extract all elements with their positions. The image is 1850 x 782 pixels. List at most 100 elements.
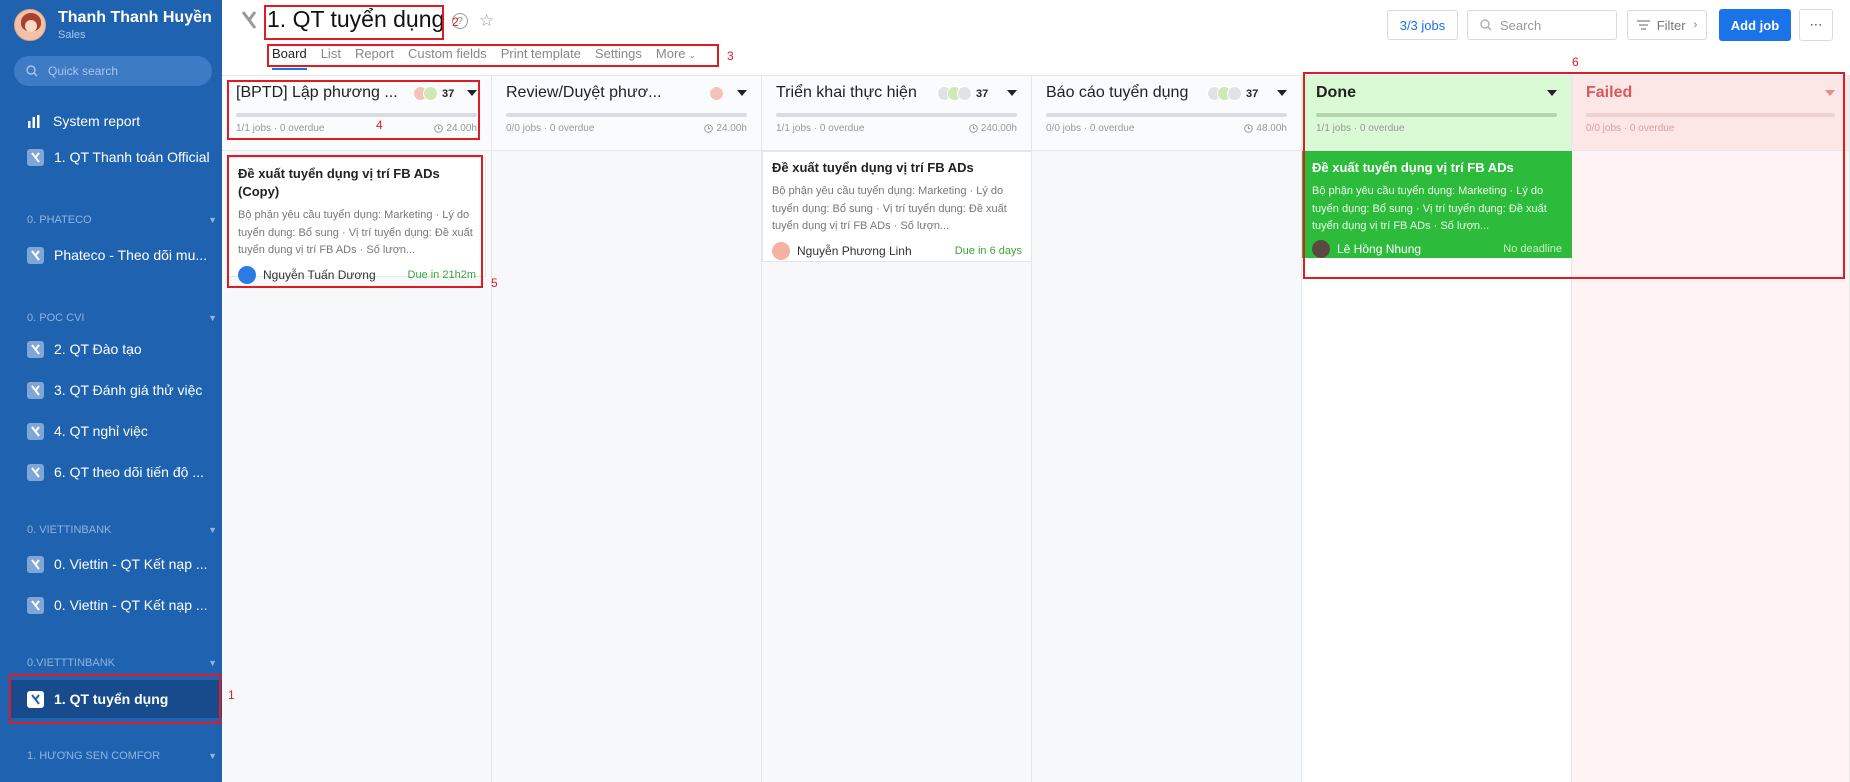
column-header[interactable]: Review/Duyệt phươ... 0/0 jobs · 0 overdu…	[492, 76, 761, 151]
column-header[interactable]: Failed 0/0 jobs · 0 overdue	[1572, 76, 1849, 151]
search-icon	[1480, 19, 1492, 31]
card-assignee[interactable]: Nguyễn Tuấn Dương	[238, 266, 376, 284]
column-title: Failed	[1586, 84, 1633, 101]
tab-report[interactable]: Report	[355, 46, 394, 70]
filter-button[interactable]: Filter ›	[1627, 10, 1707, 40]
column-duration-value: 48.00h	[1256, 123, 1287, 134]
page-header: 1. QT tuyển dụng ? ☆ Board List Report C…	[222, 0, 1850, 75]
assignee-avatar	[709, 86, 724, 101]
sidebar-item-viettin-2[interactable]: 0. Viettin - QT Kết nạp ...	[0, 586, 222, 624]
process-icon	[27, 246, 44, 264]
board-column: Báo cáo tuyển dụng 37 0/0 jobs · 0 overd…	[1032, 76, 1302, 782]
due-status: Due in 6 days	[954, 245, 1022, 257]
sidebar-item-dao-tao[interactable]: 2. QT Đào tạo	[0, 330, 222, 368]
column-assignees[interactable]: 37	[1207, 86, 1259, 101]
sidebar-item-danh-gia[interactable]: 3. QT Đánh giá thử việc	[0, 371, 222, 409]
caret-down-icon[interactable]	[1825, 90, 1835, 96]
sidebar-section-viettinbank[interactable]: 0. VIETTINBANK ▼	[27, 524, 217, 536]
sidebar-item-label: System report	[53, 113, 141, 129]
assignee-avatar	[423, 86, 438, 101]
column-assignee-count: 37	[1246, 87, 1259, 100]
column-header[interactable]: Done 1/1 jobs · 0 overdue	[1302, 76, 1571, 151]
annotation-number: 4	[376, 118, 383, 132]
job-card[interactable]: Đề xuất tuyển dụng vị trí FB ADs Bộ phận…	[762, 151, 1032, 262]
tab-print-template[interactable]: Print template	[501, 46, 581, 70]
assignee-avatar	[238, 266, 256, 284]
caret-down-icon[interactable]	[737, 90, 747, 96]
sidebar: Thanh Thanh Huyền Sales Quick search Sys…	[0, 0, 222, 782]
tab-list[interactable]: List	[321, 46, 341, 70]
section-title: 0.VIETTTINBANK	[27, 657, 116, 669]
card-description: Bộ phận yêu cầu tuyển dụng: Marketing · …	[238, 209, 473, 256]
column-duration-value: 24.00h	[716, 123, 747, 134]
job-card[interactable]: Đề xuất tuyển dụng vị trí FB ADs (Copy) …	[228, 157, 486, 284]
sidebar-item-label: 0. Viettin - QT Kết nạp ...	[54, 597, 208, 613]
more-options-icon[interactable]: ⋯	[1799, 9, 1833, 41]
tab-more[interactable]: More ⌄	[656, 46, 696, 70]
page-title: 1. QT tuyển dụng	[267, 6, 445, 32]
sidebar-item-system-report[interactable]: System report	[0, 102, 222, 140]
job-card[interactable]: Đề xuất tuyển dụng vị trí FB ADs Bộ phận…	[1302, 151, 1572, 258]
card-title: Đề xuất tuyển dụng vị trí FB ADs	[772, 160, 974, 175]
sidebar-item-label: 4. QT nghỉ việc	[54, 423, 148, 439]
column-progress-bar	[1046, 113, 1287, 117]
caret-down-icon[interactable]	[1277, 90, 1287, 96]
sidebar-section-poc-cvi[interactable]: 0. POC CVI ▼	[27, 312, 217, 324]
caret-down-icon[interactable]	[467, 90, 477, 96]
user-avatar[interactable]	[14, 9, 46, 41]
process-logo-icon[interactable]	[240, 10, 258, 30]
user-profile[interactable]: Thanh Thanh Huyền Sales	[14, 9, 212, 41]
board-column-done: Done 1/1 jobs · 0 overdue Đề xuất tuyển …	[1302, 76, 1572, 782]
sidebar-section-vietttinbank[interactable]: 0.VIETTTINBANK ▼	[27, 657, 217, 669]
column-header[interactable]: [BPTD] Lập phương ... 37 1/1 jobs · 0 ov…	[222, 76, 491, 151]
card-description: Bộ phận yêu cầu tuyển dụng: Marketing · …	[1312, 185, 1547, 232]
user-role: Sales	[58, 29, 86, 41]
column-duration: 24.00h	[434, 123, 477, 134]
sidebar-item-label: Phateco - Theo dõi mu...	[54, 247, 208, 263]
column-duration: 240.00h	[969, 123, 1017, 134]
caret-down-icon: ▼	[208, 215, 217, 225]
card-assignee[interactable]: Lê Hồng Nhung	[1312, 240, 1421, 258]
sidebar-item-qt-tuyen-dung[interactable]: 1. QT tuyển dụng	[10, 680, 222, 718]
sidebar-section-huong-sen[interactable]: 1. HƯƠNG SEN COMFOR ▼	[27, 750, 217, 762]
sidebar-item-label: 1. QT tuyển dụng	[54, 691, 169, 707]
caret-down-icon: ▼	[208, 525, 217, 535]
search-input[interactable]: Search	[1467, 10, 1617, 40]
caret-down-icon[interactable]	[1547, 90, 1557, 96]
process-icon	[27, 148, 44, 166]
tab-custom-fields[interactable]: Custom fields	[408, 46, 487, 70]
sidebar-item-viettin-1[interactable]: 0. Viettin - QT Kết nạp ...	[0, 545, 222, 583]
board-column: [BPTD] Lập phương ... 37 1/1 jobs · 0 ov…	[222, 76, 492, 782]
caret-down-icon[interactable]	[1007, 90, 1017, 96]
sidebar-item-label: 6. QT theo dõi tiến độ ...	[54, 464, 204, 480]
column-title: Triển khai thực hiện	[776, 84, 917, 101]
tab-settings[interactable]: Settings	[595, 46, 642, 70]
jobs-count-button[interactable]: 3/3 jobs	[1387, 10, 1458, 40]
column-assignees[interactable]: 37	[937, 86, 988, 101]
tab-board[interactable]: Board	[272, 46, 307, 70]
column-header[interactable]: Triển khai thực hiện 37 1/1 jobs · 0 ove…	[762, 76, 1031, 151]
column-assignees[interactable]	[709, 86, 724, 101]
column-assignee-count: 37	[442, 87, 455, 100]
card-assignee[interactable]: Nguyễn Phương Linh	[772, 242, 912, 260]
quick-search-input[interactable]: Quick search	[14, 56, 212, 86]
star-icon[interactable]: ☆	[479, 11, 494, 31]
sidebar-section-phateco[interactable]: 0. PHATECO ▼	[27, 214, 217, 226]
annotation-number: 1	[228, 688, 235, 702]
column-header[interactable]: Báo cáo tuyển dụng 37 0/0 jobs · 0 overd…	[1032, 76, 1301, 151]
quick-search-placeholder: Quick search	[48, 64, 119, 78]
column-meta: 0/0 jobs · 0 overdue	[1046, 123, 1135, 134]
column-assignees[interactable]: 37	[413, 86, 455, 101]
clock-icon	[1244, 124, 1254, 133]
column-progress-bar	[776, 113, 1017, 117]
sidebar-item-phateco[interactable]: Phateco - Theo dõi mu...	[0, 236, 222, 274]
sidebar-item-tien-do[interactable]: 6. QT theo dõi tiến độ ...	[0, 453, 222, 491]
sidebar-item-nghi-viec[interactable]: 4. QT nghỉ việc	[0, 412, 222, 450]
process-icon	[27, 596, 44, 614]
caret-down-icon: ▼	[208, 658, 217, 668]
add-job-button[interactable]: Add job	[1719, 9, 1791, 41]
search-icon	[26, 65, 38, 77]
column-progress-bar	[506, 113, 747, 117]
assignee-avatar	[1227, 86, 1242, 101]
sidebar-item-qt-thanh-toan[interactable]: 1. QT Thanh toán Official	[0, 138, 222, 176]
